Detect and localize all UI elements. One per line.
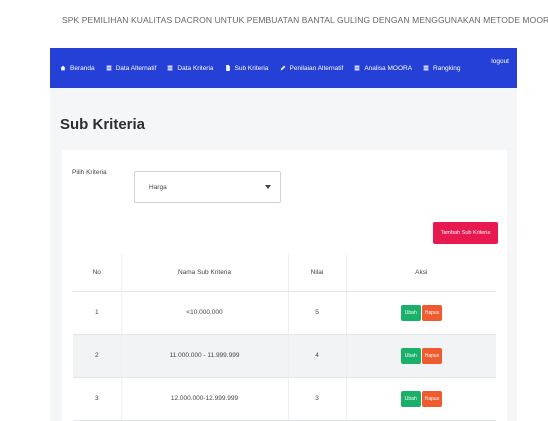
nav-item-rangking[interactable]: Rangking [423, 64, 461, 72]
cell-no: 1 [73, 291, 122, 335]
kriteria-select[interactable]: Harga [134, 171, 281, 203]
header-nilai: Nilai [288, 254, 347, 292]
table-header-row: No Nama Sub Kriteria Nilai Aksi [73, 254, 496, 292]
app-title: SPK PEMILIHAN KUALITAS DACRON UNTUK PEMB… [62, 15, 548, 25]
list-icon [106, 65, 112, 71]
home-icon [60, 65, 66, 71]
edit-button[interactable]: Ubah [400, 390, 421, 407]
table-row: 2 11.000.000 - 11.999.999 4 Ubah Hapus [73, 334, 496, 378]
header-nama: Nama Sub Kriteria [121, 254, 289, 292]
nav-item-data-kriteria[interactable]: Data Kriteria [167, 64, 214, 72]
list-icon [423, 65, 429, 71]
nav-item-label: Sub Kriteria [234, 64, 269, 72]
edit-button[interactable]: Ubah [400, 304, 421, 321]
cell-nama: 12.000.000-12.999.999 [121, 377, 289, 421]
filter-label: Pilih Kriteria [72, 169, 107, 176]
table-row: 1 <10.000.000 5 Ubah Hapus [73, 291, 496, 335]
list-icon [354, 65, 360, 71]
header-aksi: Aksi [346, 254, 496, 292]
delete-button[interactable]: Hapus [421, 390, 442, 407]
nav-item-label: Rangking [433, 64, 461, 72]
nav-item-label: Penilaian Alternatif [289, 64, 344, 72]
main-content: Sub Kriteria Pilih Kriteria Harga Tambah… [50, 88, 517, 421]
nav-item-label: Data Alternatif [115, 64, 157, 72]
nav-item-data-alternatif[interactable]: Data Alternatif [106, 64, 157, 72]
nav-item-sub-kriteria[interactable]: Sub Kriteria [225, 65, 269, 72]
list-icon [167, 65, 173, 71]
delete-button[interactable]: Hapus [421, 304, 442, 321]
logout-link[interactable]: logout [491, 58, 509, 65]
file-icon [225, 65, 231, 71]
top-navbar: Beranda Data Alternatif Data Kriteria Su… [50, 48, 517, 88]
sub-kriteria-table: No Nama Sub Kriteria Nilai Aksi 1 <10.00… [73, 254, 496, 421]
cell-nilai: 4 [288, 334, 347, 378]
nav-item-penilaian-alternatif[interactable]: Penilaian Alternatif [280, 64, 344, 72]
add-sub-kriteria-button[interactable]: Tambah Sub Kriteria [433, 222, 498, 244]
chevron-down-icon [265, 185, 271, 189]
nav-item-analisa-moora[interactable]: Analisa MOORA [354, 65, 412, 72]
cell-aksi: Ubah Hapus [346, 291, 496, 335]
cell-no: 2 [73, 334, 122, 378]
kriteria-select-value: Harga [149, 184, 167, 191]
nav-item-label: Beranda [70, 64, 95, 72]
cell-nilai: 5 [288, 291, 347, 335]
nav-item-label: Data Kriteria [177, 64, 214, 72]
cell-nama: 11.000.000 - 11.999.999 [121, 334, 289, 378]
nav-item-label: Analisa MOORA [364, 64, 413, 72]
delete-button[interactable]: Hapus [421, 347, 442, 364]
cell-aksi: Ubah Hapus [346, 334, 496, 378]
table-row: 3 12.000.000-12.999.999 3 Ubah Hapus [73, 377, 496, 421]
header-no: No [73, 254, 122, 292]
cell-nilai: 3 [288, 377, 347, 421]
edit-button[interactable]: Ubah [400, 347, 421, 364]
cell-no: 3 [73, 377, 122, 421]
cell-nama: <10.000.000 [121, 291, 289, 335]
edit-icon [280, 65, 286, 71]
cell-aksi: Ubah Hapus [346, 377, 496, 421]
nav-item-beranda[interactable]: Beranda [60, 65, 95, 72]
page-title: Sub Kriteria [60, 116, 146, 133]
sub-kriteria-card: Pilih Kriteria Harga Tambah Sub Kriteria… [62, 150, 507, 421]
